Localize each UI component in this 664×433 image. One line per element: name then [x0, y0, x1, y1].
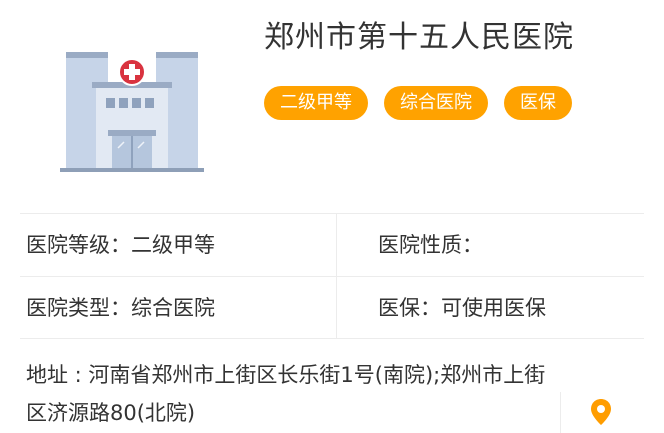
- hospital-type: 医院类型：综合医院: [26, 296, 215, 320]
- hospital-name: 郑州市第十五人民医院: [264, 20, 574, 55]
- hospital-level: 医院等级：二级甲等: [26, 233, 215, 257]
- hospital-info-grid: 医院等级：二级甲等 医院性质： 医院类型：综合医院 医保：可使用医保: [20, 213, 644, 339]
- hospital-insurance: 医保：可使用医保: [378, 296, 546, 320]
- hospital-address: 地址 : 河南省郑州市上街区长乐街1号(南院);郑州市上街区济源路80(北院): [26, 363, 546, 425]
- map-pin-icon[interactable]: [589, 398, 613, 426]
- address-divider: [560, 392, 561, 433]
- hospital-tags: 二级甲等 综合医院 医保: [264, 86, 572, 120]
- tag-insurance: 医保: [504, 86, 572, 120]
- tag-type: 综合医院: [384, 86, 488, 120]
- hospital-nature: 医院性质：: [378, 233, 483, 257]
- tag-level: 二级甲等: [264, 86, 368, 120]
- hospital-detail-page: 郑州市第十五人民医院 二级甲等 综合医院 医保 医院等级：二级甲等 医院性质： …: [0, 0, 664, 433]
- hospital-building-icon: [60, 52, 204, 172]
